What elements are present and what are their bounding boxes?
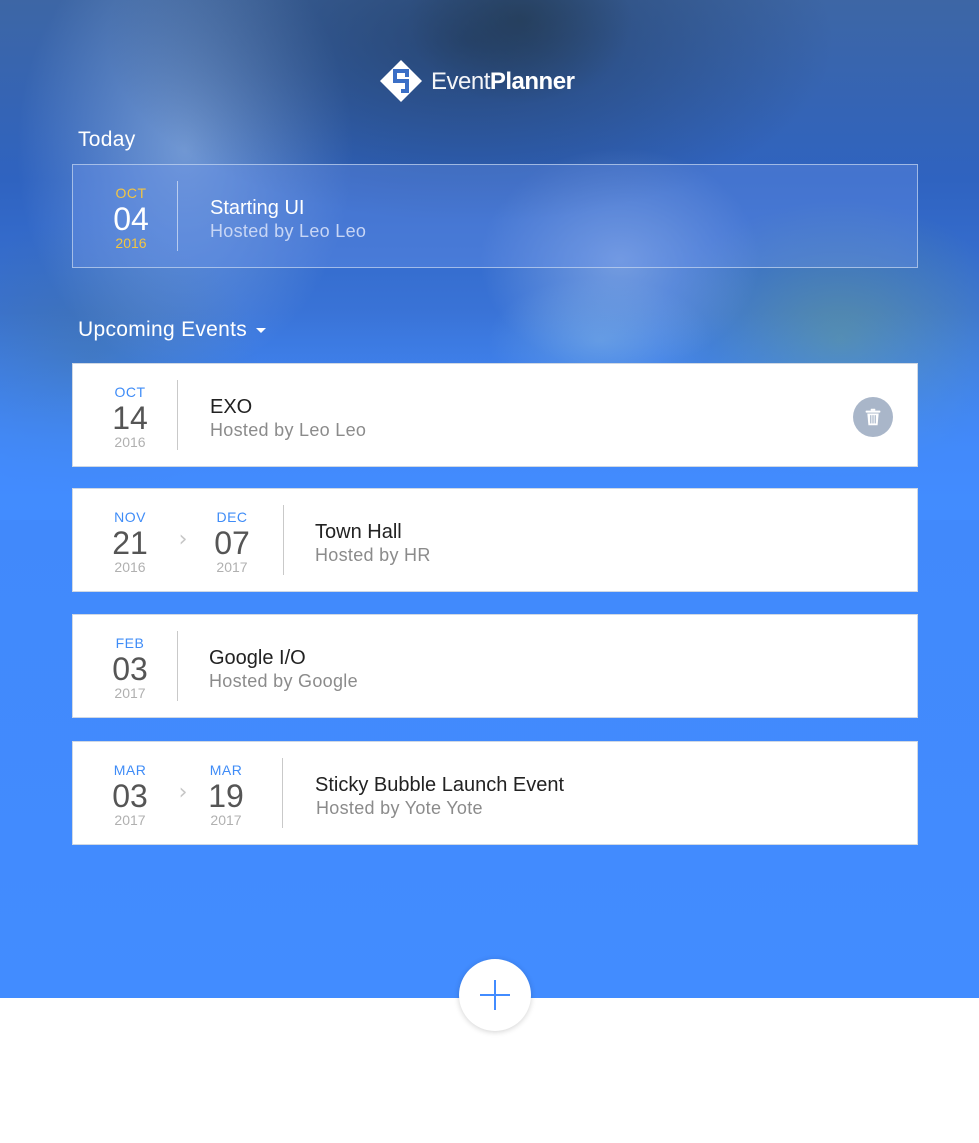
event-host: Hosted by Google	[209, 671, 358, 691]
delete-event-button[interactable]	[853, 397, 893, 437]
today-heading: Today	[78, 128, 136, 151]
event-year: 2017	[114, 685, 146, 701]
event-day: 07	[214, 525, 250, 561]
event-title: Starting UI	[210, 197, 305, 219]
divider	[177, 181, 178, 251]
event-day: 21	[112, 525, 148, 561]
event-year: 2017	[114, 812, 146, 828]
upcoming-heading: Upcoming Events	[78, 318, 248, 341]
event-month: MAR	[113, 762, 147, 778]
event-year: 2016	[114, 559, 146, 575]
event-month: DEC	[216, 509, 248, 525]
event-title: Sticky Bubble Launch Event	[315, 774, 565, 796]
trash-icon	[865, 408, 881, 426]
app-name-light: Event	[431, 67, 490, 95]
event-month: NOV	[114, 509, 146, 525]
event-card[interactable]: NOV 21 2016 › DEC 07 2017 Town Hall Host…	[72, 488, 918, 592]
event-day: 03	[112, 651, 148, 687]
event-day: 14	[112, 400, 148, 436]
event-title: EXO	[210, 396, 253, 418]
event-title: Town Hall	[315, 521, 402, 543]
event-host: Hosted by Yote Yote	[316, 798, 483, 818]
event-day: 03	[112, 778, 148, 814]
event-year: 2016	[115, 235, 147, 251]
app-name-bold: Planner	[489, 67, 575, 95]
event-host: Hosted by HR	[315, 545, 431, 565]
plus-icon	[480, 980, 510, 1010]
divider	[283, 505, 284, 575]
event-year: 2017	[216, 559, 248, 575]
event-host: Hosted by Leo Leo	[210, 420, 367, 440]
divider	[177, 631, 178, 701]
event-month: OCT	[115, 185, 147, 201]
divider	[177, 380, 178, 450]
add-event-button[interactable]	[459, 959, 531, 1031]
event-day: 19	[208, 778, 244, 814]
upcoming-events-dropdown[interactable]: Upcoming Events	[78, 318, 267, 342]
event-planner-logo-icon	[380, 60, 422, 102]
event-card[interactable]: MAR 03 2017 › MAR 19 2017 Sticky Bubble …	[72, 741, 918, 845]
event-year: 2017	[210, 812, 242, 828]
event-month: FEB	[115, 635, 145, 651]
caret-down-icon	[256, 327, 267, 333]
divider	[282, 758, 283, 828]
event-month: MAR	[209, 762, 243, 778]
event-month: OCT	[114, 384, 146, 400]
event-year: 2016	[114, 434, 146, 450]
event-card[interactable]: OCT 14 2016 EXO Hosted by Leo Leo	[72, 363, 918, 467]
app-logo: EventPlanner	[380, 60, 575, 102]
today-event-card[interactable]: OCT 04 2016 Starting UI Hosted by Leo Le…	[72, 164, 918, 268]
event-host: Hosted by Leo Leo	[210, 221, 367, 241]
event-title: Google I/O	[209, 647, 306, 669]
app-name: EventPlanner	[431, 67, 575, 96]
event-day: 04	[113, 201, 149, 237]
event-card[interactable]: FEB 03 2017 Google I/O Hosted by Google	[72, 614, 918, 718]
